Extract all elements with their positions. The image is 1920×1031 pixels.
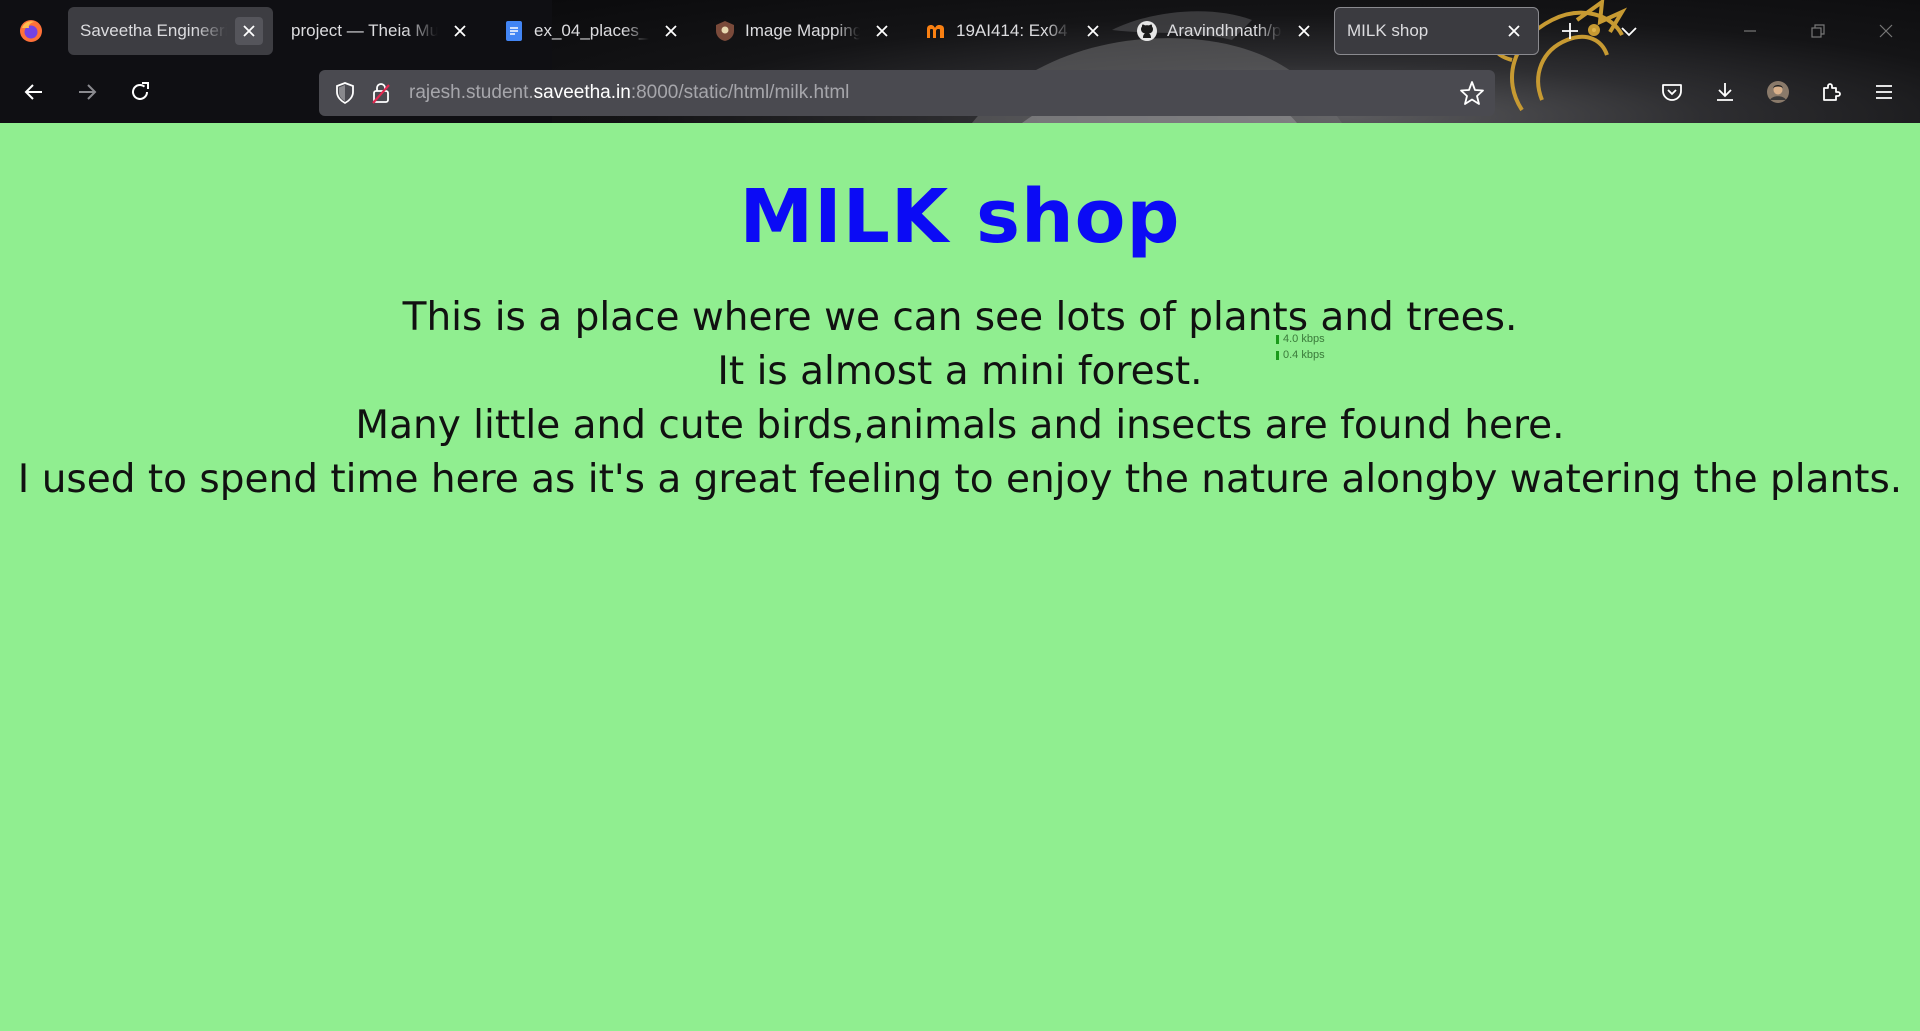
back-button[interactable] xyxy=(12,70,56,114)
tab-title: 19AI414: Ex04 Places xyxy=(956,21,1071,40)
puzzle-icon xyxy=(1823,83,1841,101)
tab-title: MILK shop xyxy=(1347,21,1429,40)
close-icon xyxy=(876,25,888,37)
page-content: MILK shop This is a place where we can s… xyxy=(0,123,1920,1031)
reload-icon xyxy=(132,82,149,100)
tab-ex04-places[interactable]: ex_04_places_around_me xyxy=(490,7,695,55)
arrow-left-icon xyxy=(24,84,42,100)
new-tab-button[interactable] xyxy=(1552,13,1588,49)
list-all-tabs-button[interactable] xyxy=(1611,13,1647,49)
tab-close-button[interactable] xyxy=(868,17,896,45)
restore-window-button[interactable] xyxy=(1784,0,1852,62)
close-icon xyxy=(1508,25,1520,37)
restore-icon xyxy=(1811,24,1825,38)
url-domain: saveetha.in xyxy=(533,82,631,103)
tab-image-mapping[interactable]: Image Mapping xyxy=(701,7,906,55)
hamburger-menu-icon xyxy=(1876,85,1892,99)
url-text[interactable]: rajesh.student.saveetha.in:8000/static/h… xyxy=(409,82,849,104)
browser-chrome: Saveetha Engineering College project — T… xyxy=(0,0,1920,123)
tracking-protection-shield-icon[interactable] xyxy=(333,81,357,105)
close-icon xyxy=(1879,24,1893,38)
pocket-icon xyxy=(1662,84,1682,101)
tab-title: Saveetha Engineering College xyxy=(80,21,227,40)
tab-title: ex_04_places_around_me xyxy=(534,21,649,40)
download-icon xyxy=(1717,83,1733,101)
download-indicator-icon xyxy=(1276,350,1279,360)
pocket-button[interactable] xyxy=(1650,70,1694,114)
account-button[interactable] xyxy=(1756,70,1800,114)
paragraph-line: It is almost a mini forest. xyxy=(717,349,1203,394)
tab-close-button[interactable] xyxy=(1290,17,1318,45)
download-speed: 0.4 kbps xyxy=(1283,349,1325,361)
moodle-icon xyxy=(925,20,947,42)
page-body: This is a place where we can see lots of… xyxy=(0,291,1920,507)
tab-close-button[interactable] xyxy=(446,17,474,45)
tab-github-aravindhnath[interactable]: Aravindhnath/places xyxy=(1123,7,1328,55)
forward-button[interactable] xyxy=(65,70,109,114)
close-icon xyxy=(665,25,677,37)
tab-close-button[interactable] xyxy=(1500,17,1528,45)
minimize-window-button[interactable] xyxy=(1716,0,1784,62)
upload-indicator-icon xyxy=(1276,334,1279,344)
insecure-lock-icon[interactable] xyxy=(369,81,393,105)
close-icon xyxy=(1298,25,1310,37)
tab-title: Image Mapping xyxy=(745,21,860,40)
downloads-button[interactable] xyxy=(1703,70,1747,114)
url-prefix: rajesh.student. xyxy=(409,82,534,103)
reload-button[interactable] xyxy=(118,70,162,114)
tab-close-button[interactable] xyxy=(1079,17,1107,45)
paragraph-line: I used to spend time here as it's a grea… xyxy=(17,457,1903,502)
paragraph-line: This is a place where we can see lots of… xyxy=(402,295,1518,340)
page-heading: MILK shop xyxy=(739,174,1181,260)
bookmark-star-icon[interactable] xyxy=(1459,80,1485,106)
upload-speed: 4.0 kbps xyxy=(1283,333,1325,345)
chevron-down-icon xyxy=(1621,27,1637,37)
tab-title: project — Theia Multi-Language xyxy=(291,21,438,40)
open-menu-button[interactable] xyxy=(1862,70,1906,114)
close-icon xyxy=(243,25,255,37)
plus-icon xyxy=(1562,23,1578,39)
minimize-icon xyxy=(1744,30,1756,32)
network-speed-overlay: 4.0 kbps 0.4 kbps xyxy=(1276,331,1325,363)
arrow-right-icon xyxy=(79,84,97,100)
url-path: :8000/static/html/milk.html xyxy=(630,82,850,103)
close-icon xyxy=(1087,25,1099,37)
navigation-toolbar: rajesh.student.saveetha.in:8000/static/h… xyxy=(0,62,1920,123)
github-icon xyxy=(1136,20,1158,42)
close-icon xyxy=(454,25,466,37)
close-window-button[interactable] xyxy=(1852,0,1920,62)
tab-project-theia[interactable]: project — Theia Multi-Language xyxy=(279,7,484,55)
tab-milk-shop[interactable]: MILK shop xyxy=(1334,7,1539,55)
tab-close-button[interactable] xyxy=(235,17,263,45)
tab-19ai414-ex04[interactable]: 19AI414: Ex04 Places xyxy=(912,7,1117,55)
avatar-icon xyxy=(1767,81,1789,103)
tab-saveetha-engineering[interactable]: Saveetha Engineering College xyxy=(68,7,273,55)
docs-icon xyxy=(503,20,525,42)
tab-close-button[interactable] xyxy=(657,17,685,45)
firefox-view-button[interactable] xyxy=(0,0,62,62)
firefox-icon xyxy=(20,20,42,42)
extensions-button[interactable] xyxy=(1809,70,1853,114)
tab-title: Aravindhnath/places xyxy=(1167,21,1282,40)
address-bar[interactable]: rajesh.student.saveetha.in:8000/static/h… xyxy=(319,70,1495,116)
crest-icon xyxy=(714,20,736,42)
paragraph-line: Many little and cute birds,animals and i… xyxy=(355,403,1565,448)
tab-strip: Saveetha Engineering College project — T… xyxy=(0,0,1920,62)
